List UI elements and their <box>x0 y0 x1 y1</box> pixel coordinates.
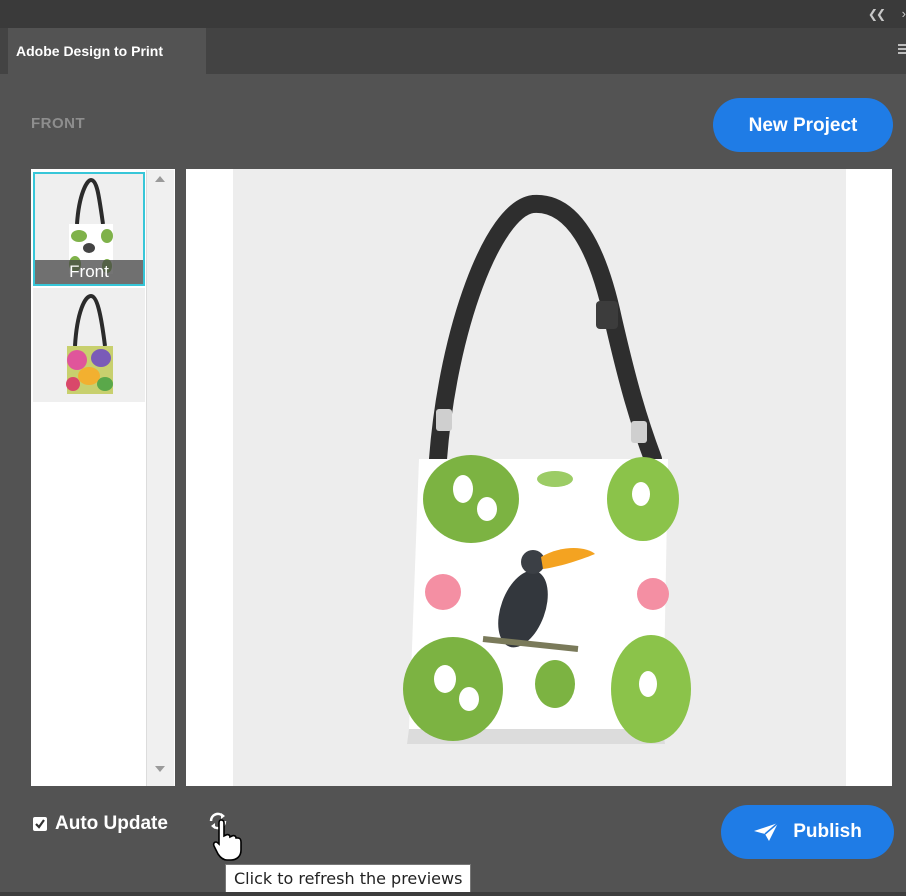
close-panel-icon[interactable]: › <box>902 6 906 21</box>
product-preview <box>186 169 892 786</box>
auto-update-checkbox[interactable] <box>33 817 47 831</box>
tab-adobe-design-to-print[interactable]: Adobe Design to Print <box>8 28 206 74</box>
new-project-button[interactable]: New Project <box>713 98 893 152</box>
bottom-border <box>0 892 906 896</box>
publish-label: Publish <box>793 821 862 842</box>
checkmark-icon <box>35 819 45 829</box>
scroll-down-arrow-icon[interactable] <box>155 766 165 772</box>
scroll-up-arrow-icon[interactable] <box>155 176 165 182</box>
paper-plane-icon <box>754 822 779 841</box>
thumbnail-scrollbar[interactable] <box>146 170 174 786</box>
publish-button[interactable]: Publish <box>721 805 894 859</box>
thumbnail-back[interactable] <box>33 288 145 402</box>
tote-bag-back-thumbnail <box>33 288 145 402</box>
auto-update-label: Auto Update <box>55 813 168 834</box>
thumbnail-label-front: Front <box>35 260 143 284</box>
thumbnail-front[interactable]: Front <box>33 172 145 286</box>
panel-menu-icon[interactable] <box>898 44 906 56</box>
tote-bag-preview-image <box>233 169 846 786</box>
refresh-tooltip: Click to refresh the previews <box>225 864 472 894</box>
view-label: FRONT <box>31 115 86 132</box>
auto-update-toggle[interactable]: Auto Update <box>33 813 168 835</box>
collapse-panel-icon[interactable]: ❮❮ <box>868 7 886 21</box>
hand-pointer-cursor-icon <box>212 819 242 861</box>
tab-bar: Adobe Design to Print <box>0 28 906 74</box>
panel-header-strip: ❮❮ › <box>0 0 906 28</box>
preview-image-area <box>233 169 846 786</box>
